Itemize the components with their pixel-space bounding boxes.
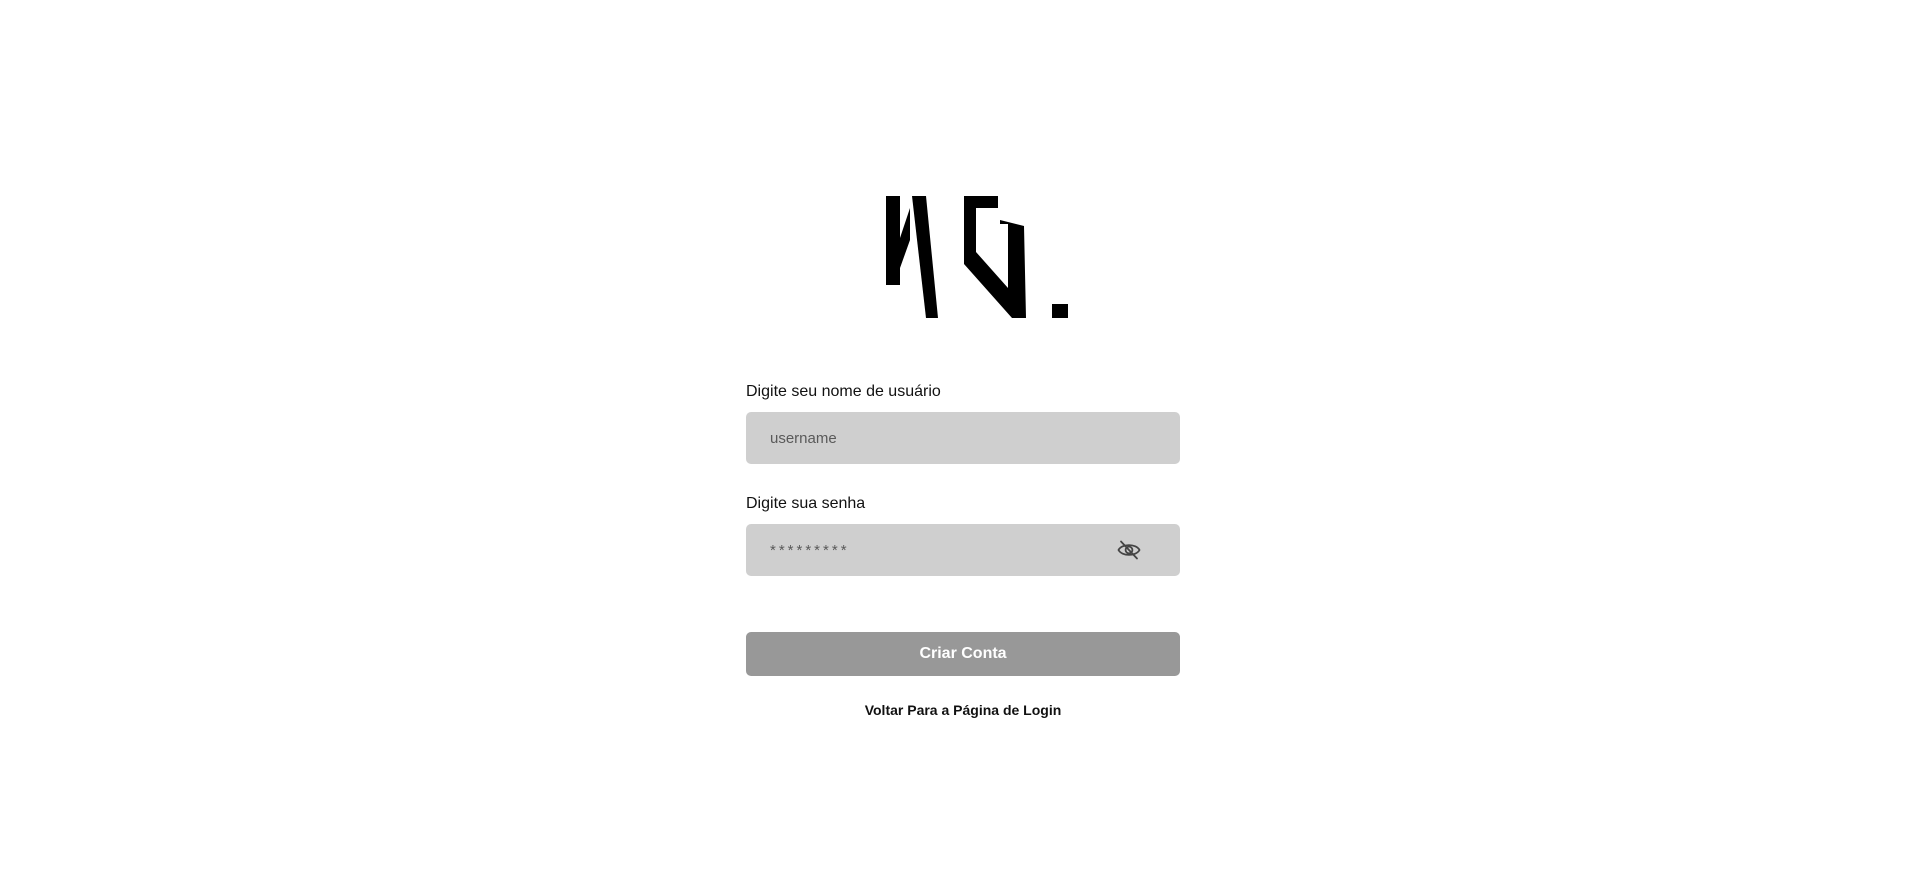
password-label: Digite sua senha [746, 495, 866, 512]
ng-logo [886, 196, 1068, 318]
password-field [746, 524, 1180, 576]
username-label: Digite seu nome de usuário [746, 383, 941, 400]
back-to-login-link[interactable]: Voltar Para a Página de Login [746, 702, 1180, 718]
password-input[interactable] [746, 524, 1180, 576]
create-account-button[interactable]: Criar Conta [746, 632, 1180, 676]
eye-slash-icon[interactable] [1116, 537, 1142, 563]
create-account-form: Digite seu nome de usuário Digite sua se… [746, 382, 1180, 718]
create-account-page: Digite seu nome de usuário Digite sua se… [0, 0, 1913, 872]
username-input[interactable] [746, 412, 1180, 464]
username-field [746, 412, 1180, 464]
